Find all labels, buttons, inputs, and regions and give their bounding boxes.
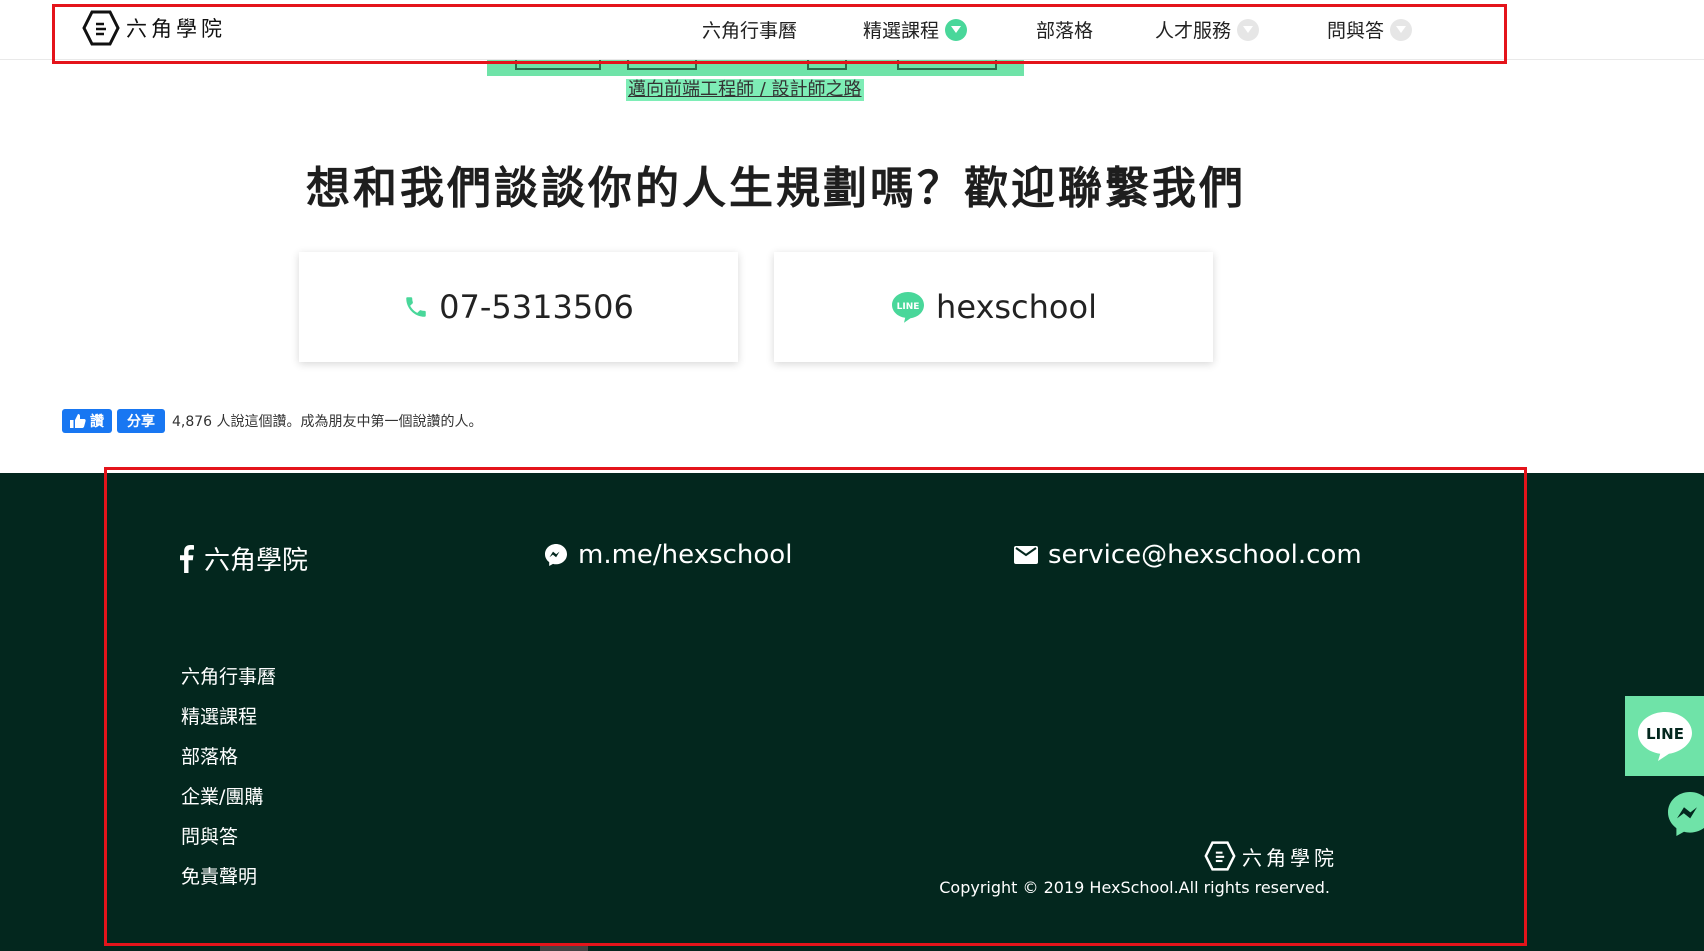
nav-item-blog[interactable]: 部落格 [1036,16,1093,43]
footer-menu-item-calendar[interactable]: 六角行事曆 [181,664,276,691]
main-nav: 六角行事曆 精選課程 部落格 人才服務 問與答 [0,16,1704,44]
footer-logo: 六角學院 [1204,841,1338,871]
thumbs-up-icon [70,414,86,428]
nav-item-label: 問與答 [1327,20,1385,42]
facebook-like-summary: 4,876 人說這個讚。成為朋友中第一個說讚的人。 [172,414,483,430]
floating-messenger-button[interactable] [1666,790,1704,838]
nav-item-label: 精選課程 [863,20,940,42]
footer-brand-name: 六角學院 [1242,845,1338,870]
banner-decoration [807,60,847,70]
scrollbar-thumb[interactable] [540,946,588,951]
top-navbar: 六角學院 六角行事曆 精選課程 部落格 人才服務 問與答 [0,0,1704,60]
nav-item-courses[interactable]: 精選課程 [863,16,968,43]
hero-banner-illustration [487,60,1024,76]
nav-item-calendar[interactable]: 六角行事曆 [702,16,797,43]
footer-email-label: service@hexschool.com [1048,540,1362,570]
phone-number: 07-5313506 [439,288,634,326]
chevron-down-icon[interactable] [1237,18,1260,41]
footer-email-link[interactable]: service@hexschool.com [1014,540,1362,570]
facebook-share-button[interactable]: 分享 [117,409,165,433]
messenger-icon [1668,792,1704,836]
contact-headline: 想和我們談談你的人生規劃嗎？歡迎聯繫我們 [306,163,1246,214]
nav-item-label: 六角行事曆 [702,20,798,42]
floating-line-label: LINE [1646,725,1684,743]
phone-card[interactable]: 07-5313506 [299,252,738,362]
banner-caption[interactable]: 邁向前端工程師 / 設計師之路 [626,79,864,101]
line-card[interactable]: LINE hexschool [774,252,1213,362]
facebook-like-bar: 讚 分享 4,876 人說這個讚。成為朋友中第一個說讚的人。 [62,409,483,433]
footer-menu-item-enterprise[interactable]: 企業/團購 [181,784,276,811]
footer-messenger-label: m.me/hexschool [578,540,793,570]
copyright-text: Copyright © 2019 HexSchool.All rights re… [939,878,1330,897]
floating-line-button[interactable]: LINE [1625,696,1704,776]
footer-facebook-link[interactable]: 六角學院 [178,540,308,577]
svg-text:LINE: LINE [897,302,920,312]
phone-icon [406,297,426,317]
mail-icon [1014,546,1038,564]
footer-menu-item-blog[interactable]: 部落格 [181,744,276,771]
facebook-like-button[interactable]: 讚 [62,409,112,433]
banner-decoration [897,60,997,70]
nav-item-label: 人才服務 [1155,20,1232,42]
footer-menu-item-faq[interactable]: 問與答 [181,824,276,851]
banner-decoration [627,60,697,70]
facebook-icon [180,544,194,573]
line-id: hexschool [936,288,1097,326]
nav-item-talent[interactable]: 人才服務 [1155,16,1260,43]
messenger-icon [545,544,567,566]
banner-decoration [515,60,601,70]
chevron-down-icon[interactable] [1390,18,1413,41]
footer-menu-item-disclaimer[interactable]: 免責聲明 [181,864,276,891]
footer-messenger-link[interactable]: m.me/hexschool [544,540,792,570]
line-icon: LINE [1637,712,1692,761]
nav-item-label: 部落格 [1036,20,1094,42]
footer-menu-item-courses[interactable]: 精選課程 [181,704,276,731]
facebook-share-label: 分享 [127,414,155,430]
hex-logo-icon [1204,841,1236,871]
footer-menu: 六角行事曆 精選課程 部落格 企業/團購 問與答 免責聲明 [181,664,276,891]
facebook-like-label: 讚 [90,414,104,430]
chevron-down-icon[interactable] [945,18,968,41]
line-icon: LINE [892,292,925,323]
nav-item-faq[interactable]: 問與答 [1327,16,1413,43]
footer-facebook-label: 六角學院 [204,546,309,576]
